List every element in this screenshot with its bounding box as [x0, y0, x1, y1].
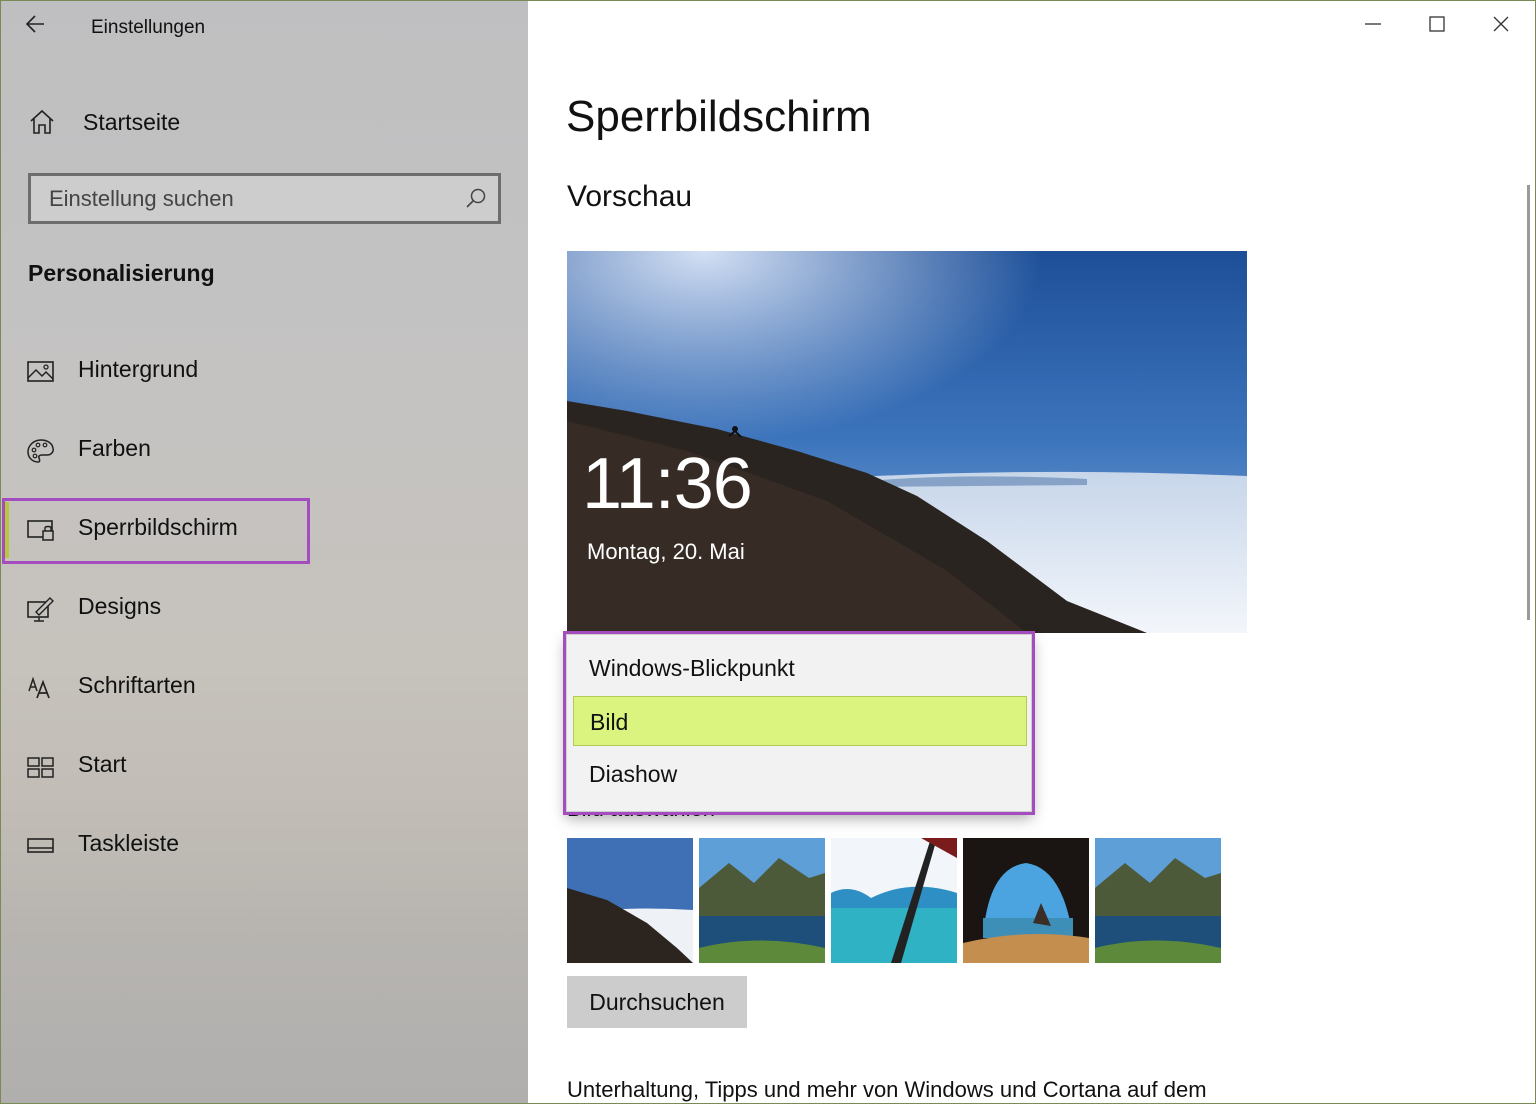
sidebar-item-label: Farben	[78, 435, 151, 461]
sidebar-item-label: Hintergrund	[78, 356, 199, 382]
maximize-button[interactable]	[1422, 10, 1452, 38]
page-title: Sperrbildschirm	[566, 92, 872, 141]
annotation-highlight-sidebar	[2, 498, 310, 564]
browse-button[interactable]: Durchsuchen	[567, 976, 747, 1028]
sidebar-item-label: Taskleiste	[78, 830, 179, 856]
fonts-icon	[28, 676, 50, 699]
picture-icon	[27, 361, 54, 382]
annotation-highlight-dropdown	[563, 631, 1035, 815]
section-title: Personalisierung	[28, 260, 215, 286]
home-label: Startseite	[83, 108, 181, 135]
scrollbar[interactable]	[1527, 185, 1530, 620]
thumbnail-1[interactable]	[567, 838, 693, 963]
start-icon	[27, 757, 54, 778]
close-button[interactable]	[1486, 10, 1516, 38]
sidebar: Einstellungen Startseite Einstellung suc…	[0, 0, 528, 1104]
app-title: Einstellungen	[91, 17, 206, 38]
search-placeholder: Einstellung suchen	[49, 186, 234, 211]
thumbnail-2[interactable]	[699, 838, 825, 963]
maximize-icon	[1429, 16, 1445, 32]
sidebar-item-hintergrund[interactable]: Hintergrund	[0, 340, 528, 404]
taskbar-icon	[27, 838, 54, 853]
search-icon[interactable]	[464, 187, 488, 211]
themes-icon	[27, 597, 54, 622]
search-input[interactable]: Einstellung suchen	[28, 173, 501, 224]
sidebar-item-start[interactable]: Start	[0, 735, 528, 799]
thumbnail-3[interactable]	[831, 838, 957, 963]
back-button[interactable]	[22, 10, 50, 38]
preview-heading: Vorschau	[567, 180, 693, 213]
sidebar-item-farben[interactable]: Farben	[0, 419, 528, 483]
preview-image	[567, 251, 1247, 633]
picture-thumbnails	[567, 838, 1227, 963]
sidebar-item-schriftarten[interactable]: Schriftarten	[0, 656, 528, 720]
home-link[interactable]: Startseite	[28, 104, 180, 140]
home-icon	[30, 109, 54, 134]
footer-text: Unterhaltung, Tipps und mehr von Windows…	[567, 1077, 1207, 1102]
thumbnail-5[interactable]	[1095, 838, 1221, 963]
sidebar-item-designs[interactable]: Designs	[0, 577, 528, 641]
preview-date: Montag, 20. Mai	[587, 539, 745, 564]
minimize-button[interactable]	[1358, 10, 1388, 38]
sidebar-item-taskleiste[interactable]: Taskleiste	[0, 814, 528, 878]
lock-screen-preview: 11:36 Montag, 20. Mai	[567, 251, 1247, 633]
palette-icon	[27, 439, 54, 463]
close-icon	[1493, 16, 1509, 32]
arrow-left-icon	[25, 15, 44, 33]
preview-time: 11:36	[582, 444, 753, 524]
minimize-icon	[1365, 23, 1381, 25]
sidebar-item-label: Designs	[78, 593, 162, 619]
sidebar-item-label: Schriftarten	[78, 672, 196, 698]
sidebar-item-label: Start	[78, 751, 127, 777]
thumbnail-4[interactable]	[963, 838, 1089, 963]
